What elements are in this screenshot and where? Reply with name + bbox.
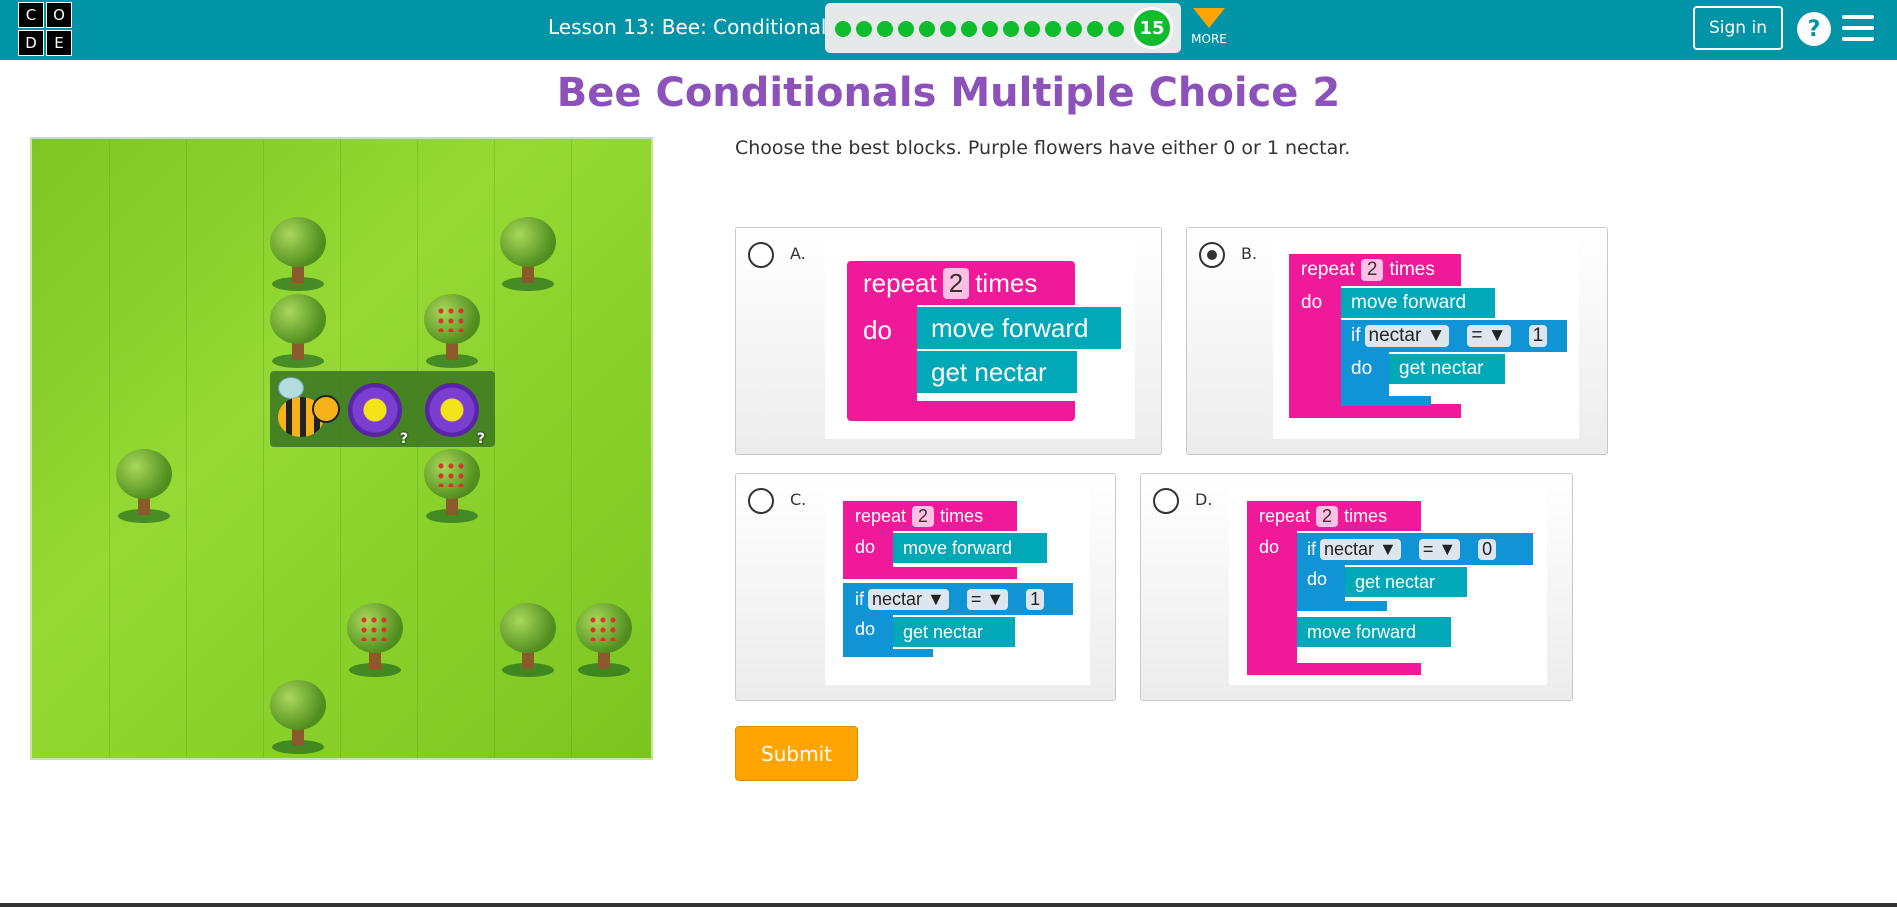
radio-button-c[interactable] — [748, 488, 774, 514]
apple-tree-icon — [420, 294, 484, 370]
apple-tree-icon — [572, 603, 636, 679]
radio-button-b[interactable] — [1199, 242, 1225, 268]
sign-in-button[interactable]: Sign in — [1693, 6, 1783, 50]
choice-b-blocks: repeat 2 times do move forward if nectar ▼ =… — [1273, 241, 1579, 439]
logo-letter: O — [46, 2, 72, 28]
progress-bar: 15 — [825, 3, 1181, 53]
more-button[interactable]: MORE — [1186, 8, 1232, 46]
hamburger-menu-icon[interactable] — [1842, 15, 1874, 41]
logo-letter: E — [46, 30, 72, 56]
more-label: MORE — [1191, 32, 1227, 46]
progress-dot[interactable] — [919, 21, 935, 37]
game-board: ? ? — [30, 137, 653, 760]
progress-dot[interactable] — [982, 21, 998, 37]
apple-tree-icon — [343, 603, 407, 679]
unknown-nectar-mark: ? — [399, 431, 408, 447]
progress-dot[interactable] — [856, 21, 872, 37]
purple-flower-icon: ? — [421, 379, 485, 447]
page-title: Bee Conditionals Multiple Choice 2 — [556, 70, 1341, 116]
progress-dot[interactable] — [898, 21, 914, 37]
unknown-nectar-mark: ? — [476, 431, 485, 447]
choice-d-blocks: repeat 2 times do if nectar ▼ = ▼ 0 do get ne… — [1229, 487, 1547, 685]
code-logo[interactable]: C O D E — [18, 2, 72, 56]
progress-dot[interactable] — [877, 21, 893, 37]
progress-dot[interactable] — [1024, 21, 1040, 37]
choice-letter: A. — [790, 244, 806, 263]
apple-tree-icon — [420, 449, 484, 525]
radio-button-a[interactable] — [748, 242, 774, 268]
tree-icon — [266, 680, 330, 756]
submit-button[interactable]: Submit — [735, 726, 858, 781]
choice-letter: B. — [1241, 244, 1258, 263]
choice-a[interactable]: A. repeat 2 times do move forward get nect… — [735, 227, 1162, 455]
current-level-badge[interactable]: 15 — [1131, 7, 1173, 49]
progress-dot[interactable] — [1003, 21, 1019, 37]
choice-a-blocks: repeat 2 times do move forward get nectar — [825, 241, 1135, 439]
radio-button-d[interactable] — [1153, 488, 1179, 514]
choice-letter: C. — [790, 490, 807, 509]
choice-c[interactable]: C. repeat 2 times do move forward if nectar… — [735, 473, 1116, 701]
choice-letter: D. — [1195, 490, 1213, 509]
question-text: Choose the best blocks. Purple flowers h… — [735, 137, 1351, 159]
tree-icon — [496, 603, 560, 679]
top-bar: C O D E Lesson 13: Bee: Conditionals 15 … — [0, 0, 1897, 60]
footer-divider — [0, 903, 1897, 907]
progress-dot[interactable] — [961, 21, 977, 37]
lesson-title[interactable]: Lesson 13: Bee: Conditionals — [548, 15, 837, 39]
choice-c-blocks: repeat 2 times do move forward if nectar ▼ =… — [825, 487, 1090, 685]
tree-icon — [496, 217, 560, 293]
progress-dot[interactable] — [940, 21, 956, 37]
choice-d[interactable]: D. repeat 2 times do if nectar ▼ = ▼ 0 do get… — [1140, 473, 1573, 701]
help-icon[interactable]: ? — [1797, 12, 1831, 46]
choice-b[interactable]: B. repeat 2 times do move forward if nectar… — [1186, 227, 1608, 455]
progress-dot[interactable] — [1087, 21, 1103, 37]
progress-dot[interactable] — [1066, 21, 1082, 37]
chevron-down-icon — [1193, 8, 1225, 28]
bee-icon — [272, 375, 342, 445]
progress-dot[interactable] — [1108, 21, 1124, 37]
tree-icon — [266, 217, 330, 293]
tree-icon — [112, 449, 176, 525]
logo-letter: D — [18, 30, 44, 56]
logo-letter: C — [18, 2, 44, 28]
progress-dot[interactable] — [1045, 21, 1061, 37]
tree-icon — [266, 294, 330, 370]
purple-flower-icon: ? — [344, 379, 408, 447]
progress-dot[interactable] — [835, 21, 851, 37]
